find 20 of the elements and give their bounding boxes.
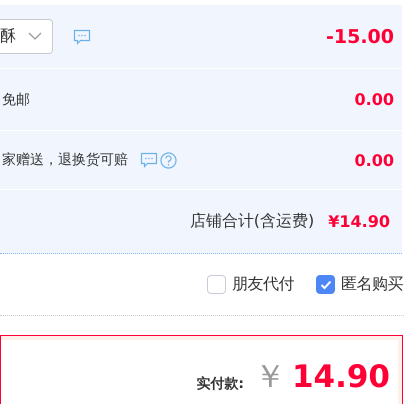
check-icon	[320, 280, 332, 290]
checkbox[interactable]	[207, 275, 226, 294]
amount: 0.00	[354, 150, 394, 170]
comment-icon[interactable]	[140, 152, 158, 168]
shipping-label: 免邮	[2, 90, 30, 108]
currency-sign: ￥	[254, 356, 286, 397]
coupon-select[interactable]: 酥	[0, 19, 53, 54]
option-label[interactable]: 朋友代付	[232, 274, 294, 295]
shop-total-label: 店铺合计(含运费)	[190, 211, 314, 232]
help-icon[interactable]	[160, 152, 177, 168]
checkbox[interactable]	[316, 275, 335, 294]
insurance-label: 家赠送，退换货可赔	[2, 151, 128, 169]
payment-amount: 14.90	[292, 359, 390, 395]
amount: -15.00	[326, 26, 394, 48]
chevron-down-icon	[28, 32, 42, 41]
payment-label: 实付款:	[196, 375, 244, 393]
amount: 0.00	[354, 90, 394, 109]
shop-total-amount: ¥14.90	[328, 212, 390, 231]
comment-icon[interactable]	[73, 28, 91, 44]
option-label[interactable]: 匿名购买	[341, 274, 403, 295]
